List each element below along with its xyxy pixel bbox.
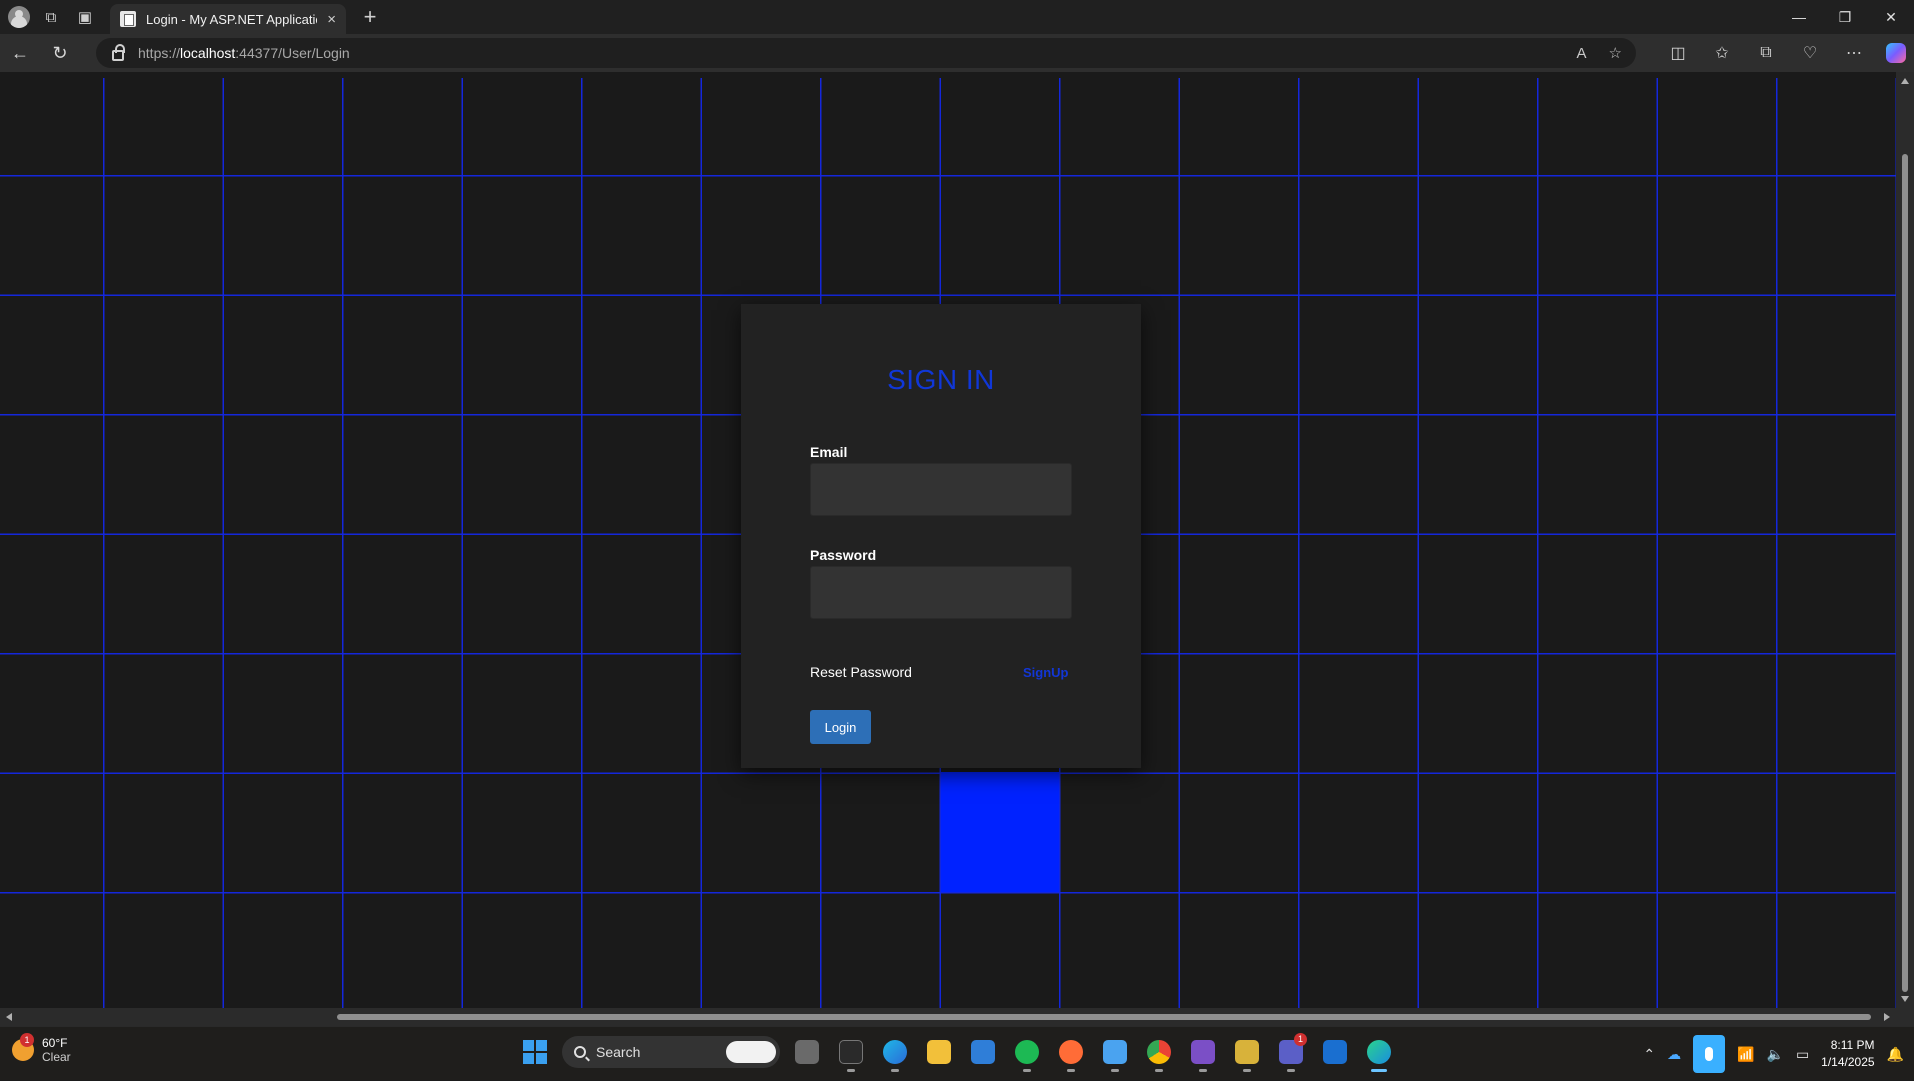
weather-badge: 1 (20, 1033, 34, 1047)
edge-dev-icon[interactable] (878, 1035, 912, 1072)
clock[interactable]: 8:11 PM 1/14/2025 (1821, 1037, 1874, 1071)
vertical-scroll-thumb[interactable] (1902, 154, 1908, 992)
scroll-left-icon[interactable] (6, 1013, 12, 1021)
edge-browser-icon[interactable] (1362, 1035, 1396, 1072)
browser-toolbar: ← ↻ https://localhost:44377/User/Login A… (0, 34, 1914, 72)
wifi-icon[interactable]: 📶 (1737, 1046, 1754, 1063)
windows-logo-icon (523, 1040, 547, 1064)
new-tab-button[interactable]: + (356, 4, 384, 30)
microsoft-store-icon[interactable] (966, 1035, 1000, 1069)
workspaces-icon[interactable]: ⧉ (34, 0, 68, 34)
browser-tab-bar: ⧉ ▣ Login - My ASP.NET Application × + —… (0, 0, 1914, 34)
url-host: localhost (180, 45, 236, 61)
password-label: Password (810, 547, 877, 563)
start-button[interactable] (518, 1035, 552, 1069)
clock-date: 1/14/2025 (1821, 1055, 1875, 1069)
login-button[interactable]: Login (810, 710, 871, 744)
highlighted-grid-cell (941, 772, 1059, 892)
visual-studio-icon[interactable] (1186, 1035, 1220, 1072)
chevron-up-icon[interactable]: ⌃ (1643, 1046, 1655, 1063)
vertical-scrollbar[interactable] (1896, 72, 1914, 1008)
teams-icon[interactable]: 1 (1274, 1033, 1308, 1072)
weather-widget[interactable]: 1 60°F Clear (12, 1033, 71, 1064)
search-icon (574, 1046, 586, 1058)
window-controls: — ❐ ✕ (1776, 0, 1914, 34)
read-aloud-icon[interactable]: A (1577, 45, 1587, 62)
taskbar-search[interactable]: Search (562, 1036, 780, 1068)
url-path: :44377/User/Login (235, 45, 350, 61)
favorites-icon[interactable]: ✩ (1700, 34, 1744, 72)
page-title: SIGN IN (887, 364, 995, 395)
profile-button[interactable] (0, 0, 34, 34)
search-label: Search (596, 1044, 641, 1060)
chrome-icon[interactable] (1142, 1035, 1176, 1072)
horizontal-scroll-thumb[interactable] (337, 1014, 1871, 1020)
page-viewport: SIGN IN Email Password Reset Password Si… (0, 72, 1896, 1008)
tab-actions-icon[interactable]: ▣ (68, 0, 102, 34)
mail-icon[interactable] (1318, 1035, 1352, 1069)
lock-icon[interactable] (112, 43, 125, 61)
moon-weather-icon: 1 (12, 1033, 34, 1061)
address-bar[interactable]: https://localhost:44377/User/Login A ☆ (96, 38, 1636, 68)
scrollbar-corner (1896, 1008, 1914, 1026)
tab-title: Login - My ASP.NET Application (146, 11, 318, 27)
sql-tools-icon[interactable] (1230, 1035, 1264, 1072)
spotify-icon[interactable] (1010, 1035, 1044, 1072)
tab-close-icon[interactable]: × (327, 11, 336, 28)
clock-time: 8:11 PM (1830, 1038, 1875, 1052)
favorite-star-icon[interactable]: ☆ (1609, 44, 1622, 62)
reset-password-link[interactable]: Reset Password (810, 664, 912, 680)
browser-extensions-area: ◫ ✩ ⧉ ♡ ⋯ (1656, 34, 1906, 72)
notepad-icon[interactable] (1098, 1035, 1132, 1072)
microphone-icon[interactable] (1693, 1035, 1726, 1073)
page-top-edge (0, 72, 1896, 78)
minimize-button[interactable]: — (1776, 0, 1822, 34)
search-highlight-icon (726, 1041, 776, 1063)
task-view-icon[interactable] (790, 1035, 824, 1069)
weather-condition: Clear (42, 1050, 71, 1064)
notifications-icon[interactable]: 🔔 (1887, 1046, 1904, 1063)
terminal-icon[interactable] (834, 1035, 868, 1072)
split-screen-icon[interactable]: ◫ (1656, 34, 1700, 72)
more-menu-icon[interactable]: ⋯ (1832, 34, 1876, 72)
url-scheme: https:// (138, 45, 181, 61)
copilot-icon[interactable] (1886, 43, 1906, 63)
email-label: Email (810, 444, 848, 460)
system-tray: ⌃ ☁ 📶 🔈 ▭ 8:11 PM 1/14/2025 🔔 (1643, 1027, 1914, 1081)
profile-avatar-icon (8, 6, 30, 28)
file-explorer-icon[interactable] (922, 1035, 956, 1069)
onedrive-icon[interactable]: ☁ (1667, 1046, 1681, 1063)
scroll-down-icon[interactable] (1901, 996, 1909, 1002)
email-field[interactable] (810, 463, 1072, 516)
weather-temp: 60°F (42, 1036, 68, 1050)
volume-icon[interactable]: 🔈 (1767, 1046, 1784, 1063)
tab-login[interactable]: Login - My ASP.NET Application × (110, 4, 346, 34)
back-button[interactable]: ← (0, 34, 40, 72)
restore-button[interactable]: ❐ (1822, 0, 1868, 34)
signup-link[interactable]: SignUp (1023, 665, 1069, 680)
scroll-right-icon[interactable] (1884, 1013, 1890, 1021)
page-favicon-icon (120, 11, 136, 27)
windows-taskbar: 1 60°F Clear Search 1 ⌃ ☁ 📶 🔈 ▭ 8:11 PM … (0, 1026, 1914, 1080)
close-window-button[interactable]: ✕ (1868, 0, 1914, 34)
browser-essentials-icon[interactable]: ♡ (1788, 34, 1832, 72)
refresh-button[interactable]: ↻ (40, 34, 80, 72)
postman-icon[interactable] (1054, 1035, 1088, 1072)
scroll-up-icon[interactable] (1901, 78, 1909, 84)
teams-badge: 1 (1294, 1033, 1307, 1046)
login-card: SIGN IN Email Password Reset Password Si… (741, 304, 1141, 768)
collections-icon[interactable]: ⧉ (1744, 34, 1788, 72)
taskbar-apps: Search 1 (518, 1033, 1396, 1072)
horizontal-scrollbar[interactable] (0, 1008, 1896, 1026)
password-field[interactable] (810, 566, 1072, 619)
battery-icon[interactable]: ▭ (1796, 1046, 1809, 1063)
